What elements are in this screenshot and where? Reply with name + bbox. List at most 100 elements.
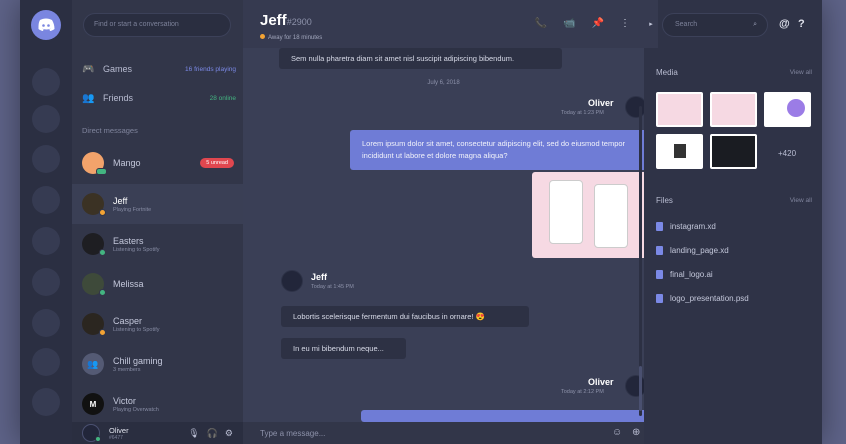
scrollbar-thumb[interactable] bbox=[639, 366, 642, 411]
file-name: final_logo.ai bbox=[670, 270, 713, 279]
media-thumbnail[interactable] bbox=[656, 134, 703, 169]
server-icon[interactable] bbox=[32, 309, 60, 337]
server-icon[interactable] bbox=[32, 227, 60, 255]
mockup-phone-image bbox=[594, 184, 628, 248]
emoji-picker-icon[interactable]: ☺ bbox=[612, 427, 622, 438]
background-right bbox=[822, 0, 846, 444]
app-window: Find or start a conversation 🎮 Games 16 … bbox=[20, 0, 822, 444]
current-user-panel: Oliver #6477 🎙 🎧 ⚙ bbox=[72, 422, 243, 444]
server-icon[interactable] bbox=[32, 105, 60, 133]
dm-sidebar: Find or start a conversation 🎮 Games 16 … bbox=[72, 0, 243, 444]
video-call-icon[interactable]: 📹 bbox=[563, 18, 575, 29]
friends-icon: 👥 bbox=[82, 92, 95, 104]
nav-label: Friends bbox=[103, 93, 134, 103]
server-icon[interactable] bbox=[32, 268, 60, 296]
dm-name: Easters bbox=[113, 235, 144, 246]
conversation-search-input[interactable]: Find or start a conversation bbox=[83, 13, 231, 37]
message-bubble: Sem nulla pharetra diam sit amet nisl su… bbox=[279, 48, 562, 69]
headphones-icon[interactable]: 🎧 bbox=[207, 428, 218, 439]
dm-name: Jeff bbox=[113, 195, 128, 206]
search-placeholder: Search bbox=[675, 21, 698, 28]
details-panel: ▸ Search ⌕ @ ? Media View all +420 Files … bbox=[644, 0, 822, 444]
dm-activity: Playing Fortnite bbox=[113, 206, 152, 213]
games-badge: 16 friends playing bbox=[185, 65, 236, 73]
add-attachment-icon[interactable]: ⊕ bbox=[632, 427, 640, 438]
file-name: instagram.xd bbox=[670, 222, 716, 231]
message-bubble-own: Lorem ipsum dolor sit amet, consectetur … bbox=[350, 130, 647, 170]
file-icon bbox=[656, 294, 663, 303]
more-options-icon[interactable]: ⋮ bbox=[620, 18, 630, 29]
status-dot bbox=[99, 329, 106, 336]
media-thumbnail[interactable] bbox=[656, 92, 703, 127]
friends-badge: 28 online bbox=[209, 94, 236, 102]
avatar[interactable] bbox=[82, 424, 101, 442]
panel-search-input[interactable]: Search ⌕ bbox=[662, 13, 768, 37]
search-icon: ⌕ bbox=[753, 21, 757, 28]
file-item[interactable]: logo_presentation.psd bbox=[656, 294, 749, 303]
away-dot bbox=[260, 34, 265, 39]
dm-name: Casper bbox=[113, 315, 143, 326]
status-dot bbox=[99, 209, 106, 216]
file-item[interactable]: instagram.xd bbox=[656, 222, 716, 231]
mockup-phone-image bbox=[549, 180, 583, 244]
avatar bbox=[82, 273, 106, 296]
chat-user-name: Jeff bbox=[260, 12, 287, 29]
dm-item-chill-gaming[interactable]: 👥 Chill gaming 3 members bbox=[72, 344, 243, 384]
message-author: Oliver bbox=[588, 98, 614, 108]
dm-item-casper[interactable]: Casper Listening to Spotify bbox=[72, 304, 243, 344]
status-dot bbox=[99, 249, 106, 256]
status-text: Away for 18 minutes bbox=[268, 35, 323, 41]
avatar bbox=[82, 193, 106, 216]
user-name: Oliver bbox=[109, 425, 129, 435]
file-item[interactable]: final_logo.ai bbox=[656, 270, 713, 279]
chat-panel: Jeff#2900 Away for 18 minutes 📞 📹 📌 ⋮ Se… bbox=[243, 0, 647, 444]
file-icon bbox=[656, 246, 663, 255]
media-thumbnail[interactable] bbox=[710, 134, 757, 169]
message-author: Oliver bbox=[588, 377, 614, 387]
message-bubble: In eu mi bibendum neque... bbox=[281, 338, 406, 359]
image-attachment[interactable] bbox=[532, 172, 647, 258]
discord-logo-icon[interactable] bbox=[31, 10, 61, 40]
server-icon[interactable] bbox=[32, 68, 60, 96]
help-icon[interactable]: ? bbox=[798, 18, 805, 30]
pin-icon[interactable]: 📌 bbox=[592, 18, 604, 29]
microphone-icon[interactable]: 🎙 bbox=[188, 428, 199, 439]
nav-friends[interactable]: 👥 Friends 28 online bbox=[82, 88, 236, 108]
file-icon bbox=[656, 270, 663, 279]
collapse-arrow-icon[interactable]: ▸ bbox=[644, 0, 658, 48]
dm-activity: Listening to Spotify bbox=[113, 246, 160, 253]
dm-item-easters[interactable]: Easters Listening to Spotify bbox=[72, 224, 243, 264]
file-item[interactable]: landing_page.xd bbox=[656, 246, 729, 255]
mention-icon[interactable]: @ bbox=[779, 18, 790, 30]
group-icon: 👥 bbox=[82, 353, 104, 375]
avatar: M bbox=[82, 393, 104, 415]
dm-item-jeff[interactable]: Jeff Playing Fortnite bbox=[72, 184, 243, 224]
nav-label: Games bbox=[103, 64, 133, 74]
dm-item-melissa[interactable]: Melissa bbox=[72, 264, 243, 304]
server-icon[interactable] bbox=[32, 388, 60, 416]
settings-gear-icon[interactable]: ⚙ bbox=[225, 428, 233, 439]
message-scrollbar[interactable] bbox=[639, 106, 642, 416]
dm-item-mango[interactable]: Mango 5 unread bbox=[72, 143, 243, 183]
dm-name: Chill gaming bbox=[113, 355, 163, 366]
media-view-all-link[interactable]: View all bbox=[790, 69, 812, 76]
dm-section-header: Direct messages bbox=[82, 126, 138, 135]
status-dot bbox=[95, 436, 101, 442]
media-more-count[interactable]: +420 bbox=[778, 149, 796, 158]
files-view-all-link[interactable]: View all bbox=[790, 197, 812, 204]
dm-name: Melissa bbox=[113, 279, 144, 289]
dm-activity: Listening to Spotify bbox=[113, 326, 160, 333]
file-name: logo_presentation.psd bbox=[670, 294, 749, 303]
thumbnail-graphic bbox=[674, 144, 686, 158]
server-icon[interactable] bbox=[32, 348, 60, 376]
message-bubble-own-partial bbox=[361, 410, 647, 422]
message-composer[interactable]: Type a message... ☺ ⊕ bbox=[243, 422, 644, 444]
server-icon[interactable] bbox=[32, 186, 60, 214]
phone-call-icon[interactable]: 📞 bbox=[535, 18, 547, 29]
nav-games[interactable]: 🎮 Games 16 friends playing bbox=[82, 59, 236, 79]
chat-header: Jeff#2900 Away for 18 minutes 📞 📹 📌 ⋮ bbox=[243, 0, 644, 48]
media-thumbnail[interactable] bbox=[710, 92, 757, 127]
media-thumbnail[interactable] bbox=[764, 92, 811, 127]
server-icon[interactable] bbox=[32, 145, 60, 173]
dm-item-victor[interactable]: M Victor Playing Overwatch bbox=[72, 384, 243, 424]
